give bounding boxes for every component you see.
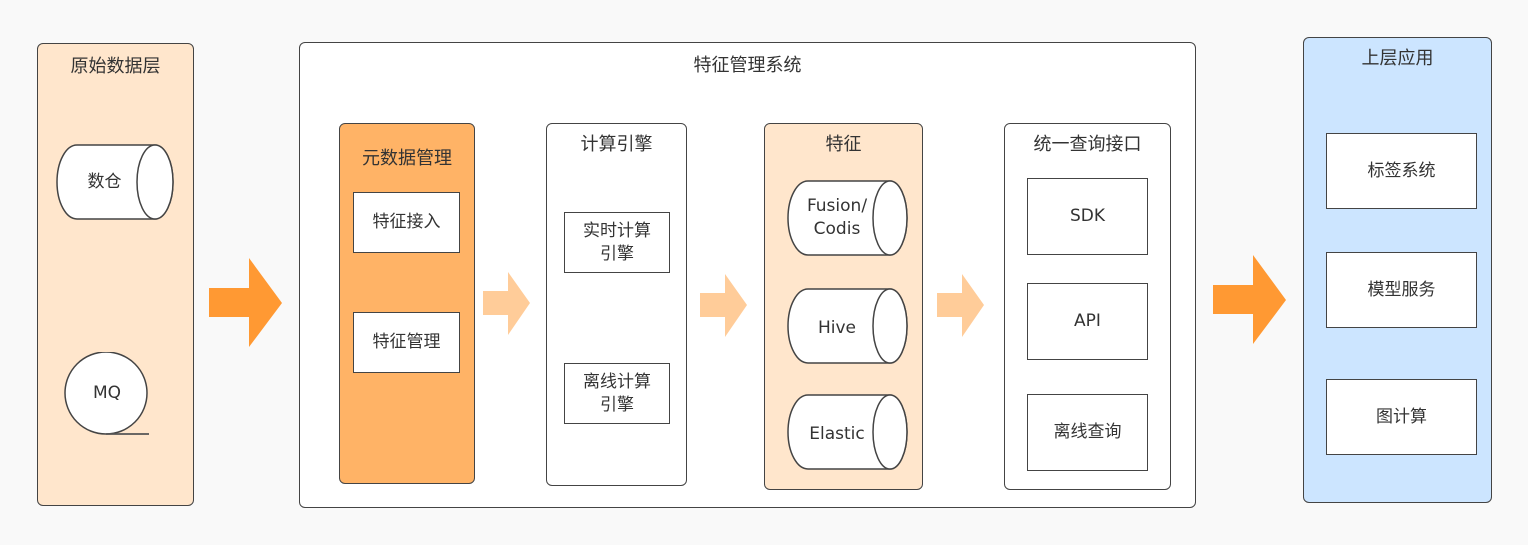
hive-label: Hive <box>817 317 857 338</box>
api-box[interactable]: API <box>1027 283 1148 360</box>
sdk-box[interactable]: SDK <box>1027 178 1148 255</box>
arrow-right-icon <box>483 272 530 335</box>
arrow-right-icon <box>700 274 747 337</box>
offline-compute-engine-box[interactable]: 离线计算 引擎 <box>564 363 670 424</box>
feature-management-box[interactable]: 特征管理 <box>353 312 460 373</box>
fusion-codis-label: Fusion/ Codis <box>806 196 868 239</box>
model-service-box[interactable]: 模型服务 <box>1326 252 1477 328</box>
upper-applications-title: 上层应用 <box>1361 48 1434 69</box>
arrow-right-icon <box>1213 255 1286 344</box>
metadata-management-panel: 元数据管理 <box>339 123 475 484</box>
unified-query-interface-title: 统一查询接口 <box>1033 134 1142 155</box>
offline-query-box[interactable]: 离线查询 <box>1027 394 1148 471</box>
compute-engine-title: 计算引擎 <box>580 134 653 155</box>
graph-computing-box[interactable]: 图计算 <box>1326 379 1477 455</box>
realtime-compute-engine-box[interactable]: 实时计算 引擎 <box>564 212 670 273</box>
feature-management-system-title: 特征管理系统 <box>693 55 802 76</box>
arrow-right-icon <box>209 258 282 347</box>
data-warehouse-label: 数仓 <box>87 171 122 192</box>
feature-ingestion-box[interactable]: 特征接入 <box>353 192 460 253</box>
metadata-management-title: 元数据管理 <box>362 148 452 169</box>
tag-system-box[interactable]: 标签系统 <box>1326 133 1477 209</box>
features-title: 特征 <box>825 134 862 155</box>
elastic-label: Elastic <box>809 423 865 444</box>
arrow-right-icon <box>937 274 984 337</box>
raw-data-layer-title: 原始数据层 <box>70 56 161 77</box>
compute-engine-panel: 计算引擎 <box>546 123 687 486</box>
mq-label: MQ <box>92 382 122 403</box>
